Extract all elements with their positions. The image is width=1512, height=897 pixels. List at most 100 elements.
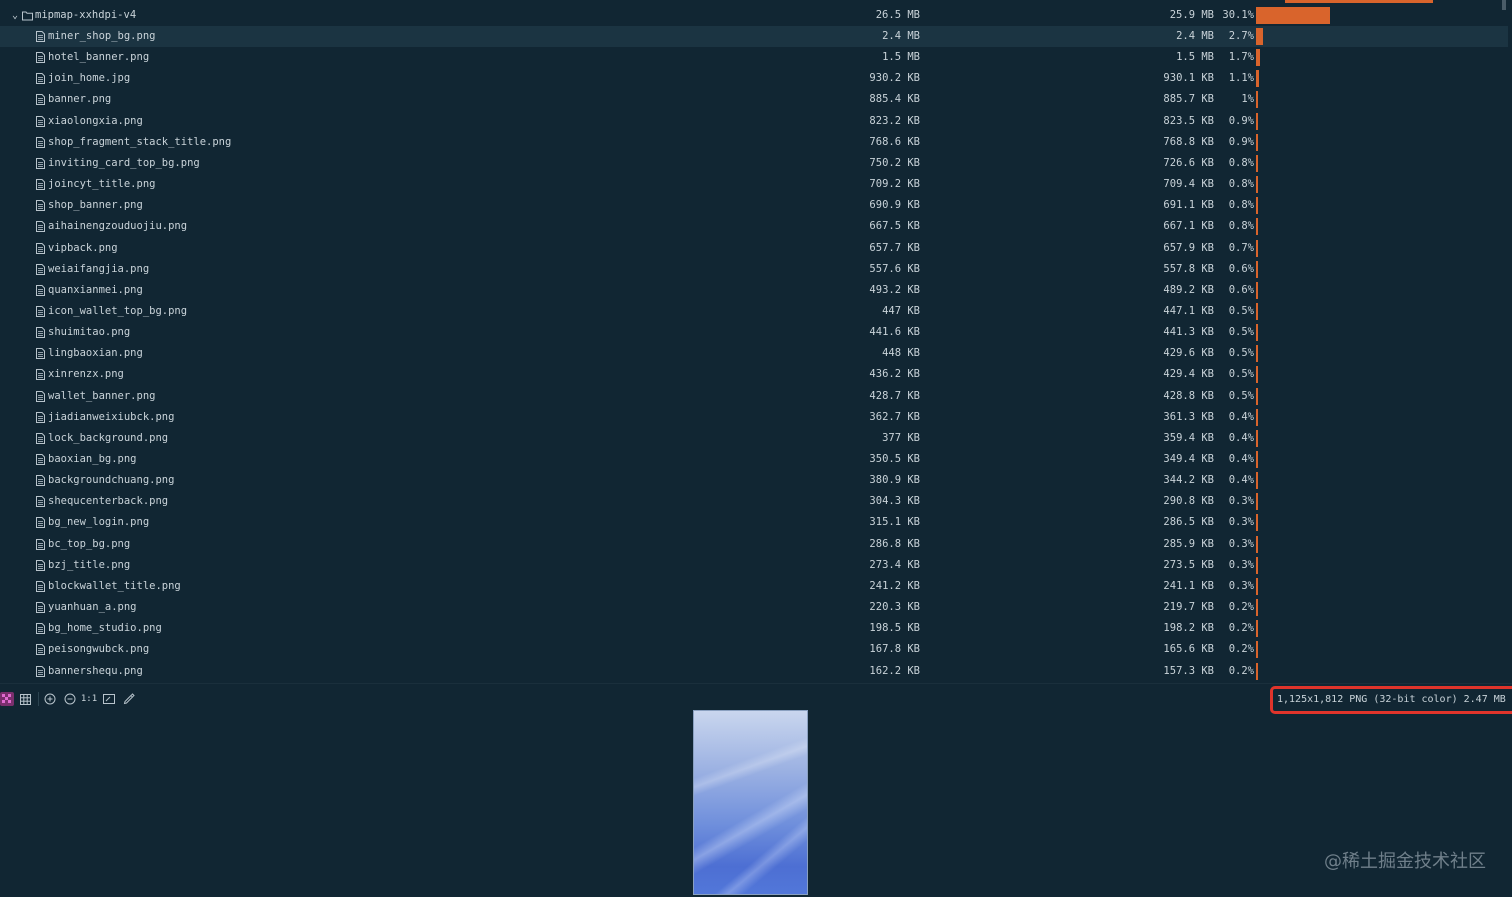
file-row[interactable]: miner_shop_bg.png 2.4 MB 2.4 MB 2.7% — [0, 26, 1508, 47]
file-name: baoxian_bg.png — [48, 453, 137, 465]
file-icon — [36, 94, 45, 106]
file-size-bar — [1256, 620, 1258, 638]
file-name: blockwallet_title.png — [48, 579, 181, 592]
file-size-on-disk: 286.5 KB — [1163, 516, 1214, 529]
file-name: quanxianmei.png — [48, 283, 143, 296]
file-row[interactable]: bg_home_studio.png 198.5 KB 198.2 KB 0.2% — [0, 618, 1508, 639]
folder-row[interactable]: ⌄ mipmap-xxhdpi-v4 26.5 MB 25.9 MB 30.1% — [0, 5, 1508, 26]
file-size-on-disk: 885.7 KB — [1163, 93, 1214, 106]
file-row[interactable]: jiadianweixiubck.png 362.7 KB 361.3 KB 0.4% — [0, 407, 1508, 428]
file-size: 823.2 KB — [869, 114, 920, 127]
file-row[interactable]: joincyt_title.png 709.2 KB 709.4 KB 0.8% — [0, 174, 1508, 195]
file-size-bar — [1256, 91, 1259, 109]
file-icon — [36, 496, 45, 508]
watermark: @稀土掘金技术社区 — [1324, 851, 1486, 872]
chevron-down-icon[interactable]: ⌄ — [10, 5, 20, 26]
zoom-out-icon[interactable] — [61, 688, 79, 710]
file-size-on-disk: 441.3 KB — [1163, 326, 1214, 339]
file-percent: 0.8% — [1228, 156, 1254, 169]
file-percent: 0.6% — [1228, 262, 1254, 275]
file-name: bannershequ.png — [48, 664, 143, 677]
file-icon — [36, 538, 45, 550]
file-size-on-disk: 165.6 KB — [1163, 643, 1214, 656]
file-row[interactable]: join_home.jpg 930.2 KB 930.1 KB 1.1% — [0, 68, 1508, 89]
actual-size-button[interactable]: 1:1 — [80, 688, 98, 710]
file-size: 441.6 KB — [869, 326, 920, 339]
file-percent: 0.2% — [1228, 664, 1254, 677]
file-size: 768.6 KB — [869, 135, 920, 148]
file-size: 493.2 KB — [869, 283, 920, 296]
file-size-on-disk: 657.9 KB — [1163, 241, 1214, 254]
file-row[interactable]: shop_fragment_stack_title.png 768.6 KB 768… — [0, 132, 1508, 153]
file-icon — [36, 602, 45, 614]
file-row[interactable]: shop_banner.png 690.9 KB 691.1 KB 0.8% — [0, 195, 1508, 216]
file-size-on-disk: 273.5 KB — [1163, 558, 1214, 571]
file-row[interactable]: peisongwubck.png 167.8 KB 165.6 KB 0.2% — [0, 639, 1508, 660]
file-size: 377 KB — [882, 431, 920, 444]
file-name: backgroundchuang.png — [48, 474, 175, 487]
folder-name: mipmap-xxhdpi-v4 — [35, 9, 137, 21]
file-row[interactable]: lingbaoxian.png 448 KB 429.6 KB 0.5% — [0, 343, 1508, 364]
file-row[interactable]: vipback.png 657.7 KB 657.9 KB 0.7% — [0, 238, 1508, 259]
file-icon — [36, 284, 45, 296]
file-icon — [36, 221, 45, 233]
file-size-bar — [1256, 49, 1261, 67]
file-size-bar — [1256, 260, 1258, 278]
parent-size-bar — [1285, 0, 1433, 3]
file-size: 273.4 KB — [869, 558, 920, 571]
file-row[interactable]: bzj_title.png 273.4 KB 273.5 KB 0.3% — [0, 555, 1508, 576]
file-icon — [36, 475, 45, 487]
file-size-on-disk: 489.2 KB — [1163, 283, 1214, 296]
file-size-on-disk: 667.1 KB — [1163, 220, 1214, 233]
file-row[interactable]: xiaolongxia.png 823.2 KB 823.5 KB 0.9% — [0, 111, 1508, 132]
file-row[interactable]: hotel_banner.png 1.5 MB 1.5 MB 1.7% — [0, 47, 1508, 68]
file-size: 362.7 KB — [869, 410, 920, 423]
file-size-bar — [1256, 176, 1258, 194]
file-row[interactable]: lock_background.png 377 KB 359.4 KB 0.4% — [0, 428, 1508, 449]
file-percent: 0.8% — [1228, 178, 1254, 191]
file-row[interactable]: banner.png 885.4 KB 885.7 KB 1% — [0, 89, 1508, 110]
file-name: lingbaoxian.png — [48, 347, 143, 360]
file-row[interactable]: blockwallet_title.png 241.2 KB 241.1 KB 0.3… — [0, 576, 1508, 597]
file-row[interactable]: aihainengzouduojiu.png 667.5 KB 667.1 KB 0.… — [0, 216, 1508, 237]
file-size: 162.2 KB — [869, 664, 920, 677]
file-icon — [36, 517, 45, 529]
file-row[interactable]: yuanhuan_a.png 220.3 KB 219.7 KB 0.2% — [0, 597, 1508, 618]
image-preview[interactable] — [693, 710, 808, 895]
file-row[interactable]: bannershequ.png 162.2 KB 157.3 KB 0.2% — [0, 661, 1508, 682]
grid-icon[interactable] — [16, 688, 34, 710]
file-name: weiaifangjia.png — [48, 262, 150, 275]
folder-icon — [22, 11, 33, 21]
file-row[interactable]: icon_wallet_top_bg.png 447 KB 447.1 KB 0.5% — [0, 301, 1508, 322]
file-size-on-disk: 823.5 KB — [1163, 114, 1214, 127]
file-row[interactable]: bc_top_bg.png 286.8 KB 285.9 KB 0.3% — [0, 534, 1508, 555]
file-row[interactable]: shequcenterback.png 304.3 KB 290.8 KB 0.3% — [0, 491, 1508, 512]
file-size: 447 KB — [882, 304, 920, 317]
file-row[interactable]: baoxian_bg.png 350.5 KB 349.4 KB 0.4% — [0, 449, 1508, 470]
file-name: joincyt_title.png — [48, 178, 156, 191]
file-size-on-disk: 285.9 KB — [1163, 537, 1214, 550]
file-name: banner.png — [48, 93, 112, 106]
file-row[interactable]: quanxianmei.png 493.2 KB 489.2 KB 0.6% — [0, 280, 1508, 301]
file-icon — [36, 242, 45, 254]
file-row[interactable]: xinrenzx.png 436.2 KB 429.4 KB 0.5% — [0, 364, 1508, 385]
file-row[interactable]: weiaifangjia.png 557.6 KB 557.8 KB 0.6% — [0, 259, 1508, 280]
file-percent: 0.4% — [1228, 453, 1254, 465]
checkerboard-icon[interactable] — [0, 688, 16, 710]
file-row[interactable]: shuimitao.png 441.6 KB 441.3 KB 0.5% — [0, 322, 1508, 343]
file-row[interactable]: wallet_banner.png 428.7 KB 428.8 KB 0.5% — [0, 386, 1508, 407]
file-icon — [36, 263, 45, 275]
fit-window-icon[interactable] — [100, 688, 118, 710]
file-size-on-disk: 557.8 KB — [1163, 262, 1214, 275]
file-row[interactable]: bg_new_login.png 315.1 KB 286.5 KB 0.3% — [0, 512, 1508, 533]
file-name: jiadianweixiubck.png — [48, 410, 175, 423]
file-percent: 0.8% — [1228, 199, 1254, 212]
file-icon — [36, 454, 45, 465]
file-row[interactable]: backgroundchuang.png 380.9 KB 344.2 KB 0.4% — [0, 470, 1508, 491]
file-size-bar — [1256, 387, 1258, 405]
file-size: 448 KB — [882, 347, 920, 360]
file-row[interactable]: inviting_card_top_bg.png 750.2 KB 726.6 KB… — [0, 153, 1508, 174]
color-picker-icon[interactable] — [120, 688, 138, 710]
zoom-in-icon[interactable] — [41, 688, 59, 710]
file-size-on-disk: 429.4 KB — [1163, 368, 1214, 381]
